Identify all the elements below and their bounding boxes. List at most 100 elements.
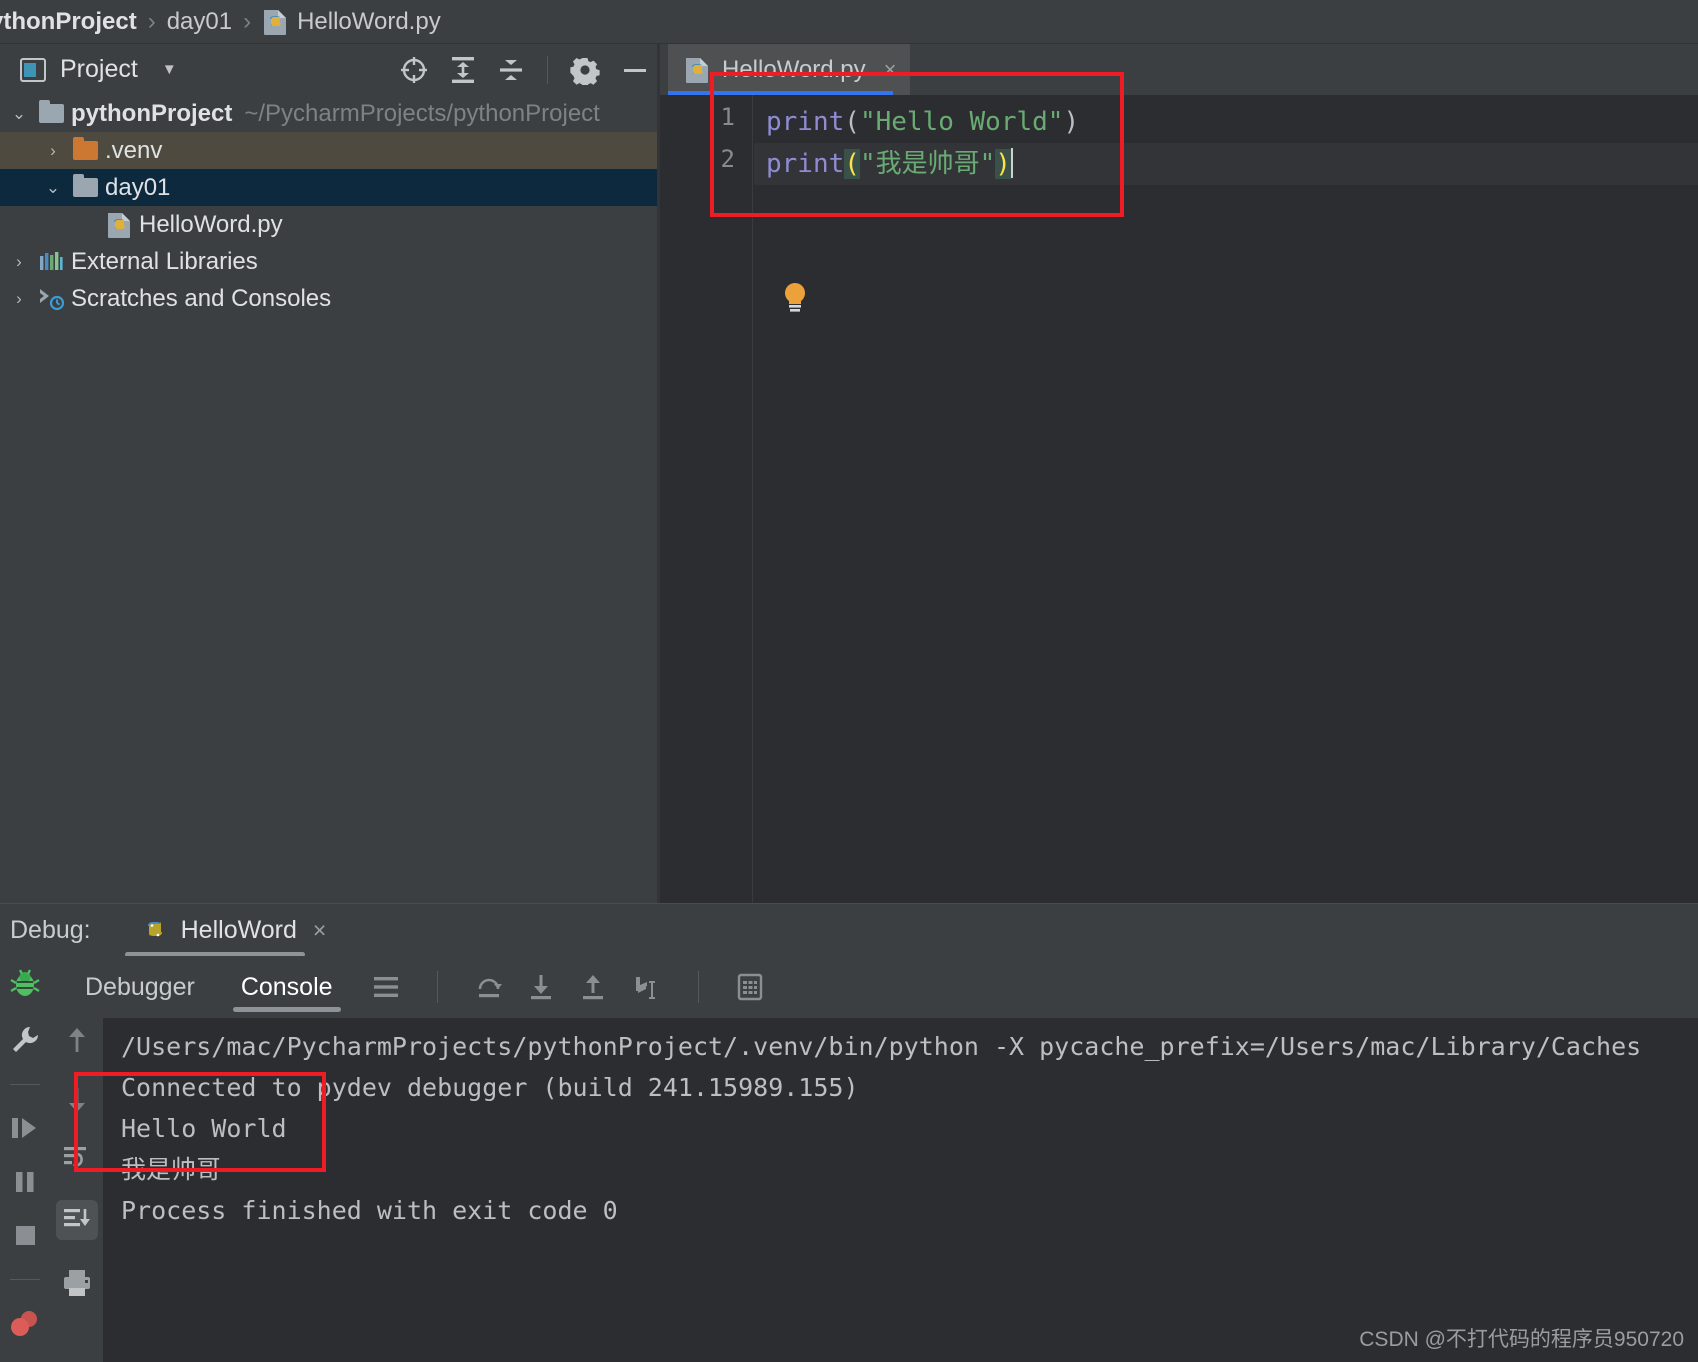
breadcrumb-separator-icon-2: › [243,7,252,35]
tree-label-external-libraries: External Libraries [71,247,258,275]
debug-titlebar: Debug: HelloWord × [0,904,1698,957]
frames-list-icon[interactable] [371,973,401,1001]
folder-icon [68,174,102,197]
close-icon[interactable]: × [313,917,326,944]
breadcrumb-item-project[interactable]: ythonProject [0,8,137,36]
tree-label-venv: .venv [105,136,163,164]
chevron-right-icon[interactable]: › [38,141,68,161]
print-icon[interactable] [61,1268,93,1298]
scroll-down-icon[interactable] [62,1084,92,1116]
debug-bug-icon[interactable] [8,966,42,1000]
code-token-open-paren-2: ( [844,149,860,179]
tree-row-day01[interactable]: ⌄ day01 [0,169,660,206]
breadcrumb-item-file[interactable]: HelloWord.py [262,8,441,36]
resume-program-icon[interactable] [9,1113,41,1143]
tree-row-scratches-and-consoles[interactable]: › Scratches and Consoles [0,280,660,317]
console-line-chinese-output: 我是帅哥 [121,1155,222,1184]
project-tree[interactable]: ⌄ pythonProject ~/PycharmProjects/python… [0,95,660,903]
tree-row-external-libraries[interactable]: › External Libraries [0,243,660,280]
project-toolwindow-title-button[interactable]: Project ▼ [20,55,177,84]
code-text[interactable]: print("Hello World") print("我是帅哥") [754,95,1698,903]
editor-tab-label: HelloWord.py [722,55,866,83]
text-caret [1010,148,1013,178]
rail-divider [10,1084,40,1085]
tree-row-venv[interactable]: › .venv [0,132,660,169]
console-output[interactable]: /Users/mac/PycharmProjects/pythonProject… [103,1018,1698,1362]
wrench-icon[interactable] [9,1024,41,1056]
code-token-close-paren-1: ) [1063,107,1080,137]
toolbar-divider-2 [697,971,699,1003]
tree-label-helloword-py: HelloWord.py [139,210,283,238]
editor-gutter[interactable]: 1 2 [660,95,753,903]
console-line-process-finished: Process finished with exit code 0 [121,1196,618,1225]
chevron-right-icon[interactable]: › [4,289,34,309]
tree-path-pythonProject: ~/PycharmProjects/pythonProject [244,99,600,127]
debug-label: Debug: [10,915,91,944]
breadcrumb: ythonProject › day01 › HelloWord.py [0,0,1698,44]
chevron-right-icon[interactable]: › [4,252,34,272]
breadcrumb-project-label: ythonProject [0,7,137,35]
toolbar-divider [436,971,438,1003]
hide-icon[interactable] [620,55,650,85]
expand-all-icon[interactable] [449,55,477,85]
debug-content: Debugger Console /Users/mac/PycharmProje… [51,956,1698,1362]
external-libraries-icon [34,250,68,274]
tree-row-pythonProject[interactable]: ⌄ pythonProject ~/PycharmProjects/python… [0,95,660,132]
tree-row-helloword-py[interactable]: HelloWord.py [0,206,660,243]
chevron-down-icon[interactable]: ⌄ [4,104,34,124]
code-token-string-2: "我是帅哥" [859,149,996,179]
select-opened-file-icon[interactable] [399,55,429,85]
evaluate-expression-icon[interactable] [735,972,765,1002]
python-file-icon [102,211,136,239]
tree-label-scratches-and-consoles: Scratches and Consoles [71,284,332,312]
breadcrumb-file-label: HelloWord.py [297,7,441,35]
debug-toolbar-icons [371,971,765,1003]
breakpoints-icon[interactable] [8,1308,42,1340]
code-line-2[interactable]: print("我是帅哥") [754,143,1698,185]
pause-program-icon[interactable] [9,1167,41,1197]
tree-label-day01: day01 [105,173,171,201]
tab-console[interactable]: Console [229,956,345,1018]
breadcrumb-item-day01[interactable]: day01 [167,8,232,36]
scroll-to-end-icon[interactable] [56,1200,98,1240]
console-line-connected: Connected to pydev debugger (build 241.1… [121,1073,859,1102]
tree-label-pythonProject: pythonProject [71,99,233,127]
step-over-icon[interactable] [474,972,504,1002]
settings-gear-icon[interactable] [570,55,600,85]
breadcrumb-day01-label: day01 [166,7,233,35]
stop-program-icon[interactable] [9,1221,41,1251]
console-actions-rail [51,1018,103,1362]
collapse-all-icon[interactable] [497,55,525,85]
debug-run-config-name: HelloWord [180,915,297,944]
code-token-print-2: print [766,149,845,179]
lightbulb-icon[interactable] [780,281,810,312]
editor-tabs: HelloWord.py × [660,44,1698,95]
code-token-open-paren-1: ( [844,107,860,137]
code-token-string-1: "Hello World" [859,107,1064,137]
step-out-icon[interactable] [578,972,608,1002]
python-icon [140,916,168,944]
debug-tool-window: Debug: HelloWord × Debugger Console /Use… [0,903,1698,1362]
pycharm-window: ythonProject › day01 › HelloWord.py Proj… [0,0,1698,1362]
code-editor[interactable]: 1 2 print("Hello World") print("我是帅哥") [660,95,1698,903]
code-token-close-paren-2: ) [995,149,1011,179]
debug-actions-rail [0,956,50,1362]
editor-tab-helloword-py[interactable]: HelloWord.py × [668,44,911,95]
console-line-command: /Users/mac/PycharmProjects/pythonProject… [121,1032,1642,1061]
python-file-icon [262,8,288,36]
debug-run-config-tab[interactable]: HelloWord × [136,904,331,956]
close-icon[interactable]: × [884,57,897,83]
console-line-hello-world: Hello World [121,1114,287,1143]
soft-wrap-icon[interactable] [61,1144,93,1172]
tab-debugger[interactable]: Debugger [73,956,207,1018]
scroll-up-icon[interactable] [62,1024,92,1056]
toolbar-divider [547,55,548,84]
step-into-icon[interactable] [526,972,556,1002]
rail-divider-2 [10,1279,40,1280]
run-to-cursor-icon[interactable] [630,972,662,1002]
code-line-1[interactable]: print("Hello World") [766,101,1079,143]
csdn-watermark: CSDN @不打代码的程序员950720 [1359,1328,1684,1351]
chevron-down-icon[interactable]: ▼ [162,61,177,78]
chevron-down-icon[interactable]: ⌄ [38,178,68,198]
line-number-2: 2 [720,145,735,173]
